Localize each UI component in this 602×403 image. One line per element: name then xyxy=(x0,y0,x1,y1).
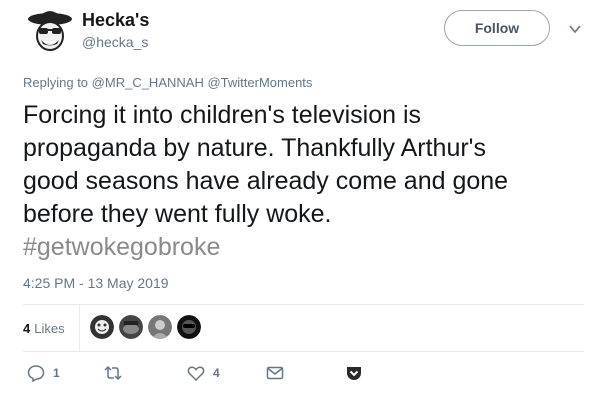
likes-summary[interactable]: 4 Likes xyxy=(23,308,65,348)
divider xyxy=(23,304,584,305)
reply-icon xyxy=(27,365,45,382)
reply-count: 1 xyxy=(53,366,60,380)
likes-count: 4 xyxy=(23,320,31,336)
author-display-name[interactable]: Hecka's xyxy=(82,10,149,31)
hashtag-link[interactable]: #getwokegobroke xyxy=(23,231,588,264)
tweet-text-line: before they went fully woke. xyxy=(23,200,332,228)
tweet-timestamp[interactable]: 4:25 PM - 13 May 2019 xyxy=(23,275,169,291)
heart-icon xyxy=(187,366,205,382)
pocket-icon xyxy=(347,367,361,380)
chevron-down-icon[interactable] xyxy=(568,22,582,36)
reply-button[interactable]: 1 xyxy=(27,364,60,382)
retweet-button[interactable] xyxy=(104,364,130,382)
replying-to-line: Replying to @MR_C_HANNAH @TwitterMoments xyxy=(23,75,312,90)
tweet-text-line: Forcing it into children's television is xyxy=(23,101,421,129)
divider xyxy=(79,305,80,351)
direct-message-button[interactable] xyxy=(266,364,284,382)
mention-link[interactable]: @MR_C_HANNAH xyxy=(92,75,204,90)
tweet-text-line: propaganda by nature. Thankfully Arthur'… xyxy=(23,134,486,162)
tweet-text: Forcing it into children's television is… xyxy=(23,99,588,264)
liker-avatar[interactable] xyxy=(148,315,172,339)
author-avatar[interactable] xyxy=(25,6,75,56)
tweet-text-line: good seasons have already come and gone xyxy=(23,167,509,195)
retweet-icon xyxy=(104,365,122,381)
tweet-card: Hecka's @hecka_s Follow Replying to @MR_… xyxy=(0,0,602,403)
follow-button[interactable]: Follow xyxy=(444,10,550,46)
likes-label: Likes xyxy=(34,320,65,336)
liker-avatar[interactable] xyxy=(119,315,143,339)
likers-avatars xyxy=(90,315,206,339)
mention-link[interactable]: @TwitterMoments xyxy=(207,75,312,90)
liker-avatar[interactable] xyxy=(177,315,201,339)
divider xyxy=(23,351,584,352)
author-handle[interactable]: @hecka_s xyxy=(82,34,148,50)
save-to-pocket-button[interactable] xyxy=(345,364,363,382)
liker-avatar[interactable] xyxy=(90,315,114,339)
like-count: 4 xyxy=(213,366,220,380)
envelope-icon xyxy=(266,366,284,380)
replying-to-label: Replying to xyxy=(23,75,89,90)
like-button[interactable]: 4 xyxy=(187,364,220,382)
